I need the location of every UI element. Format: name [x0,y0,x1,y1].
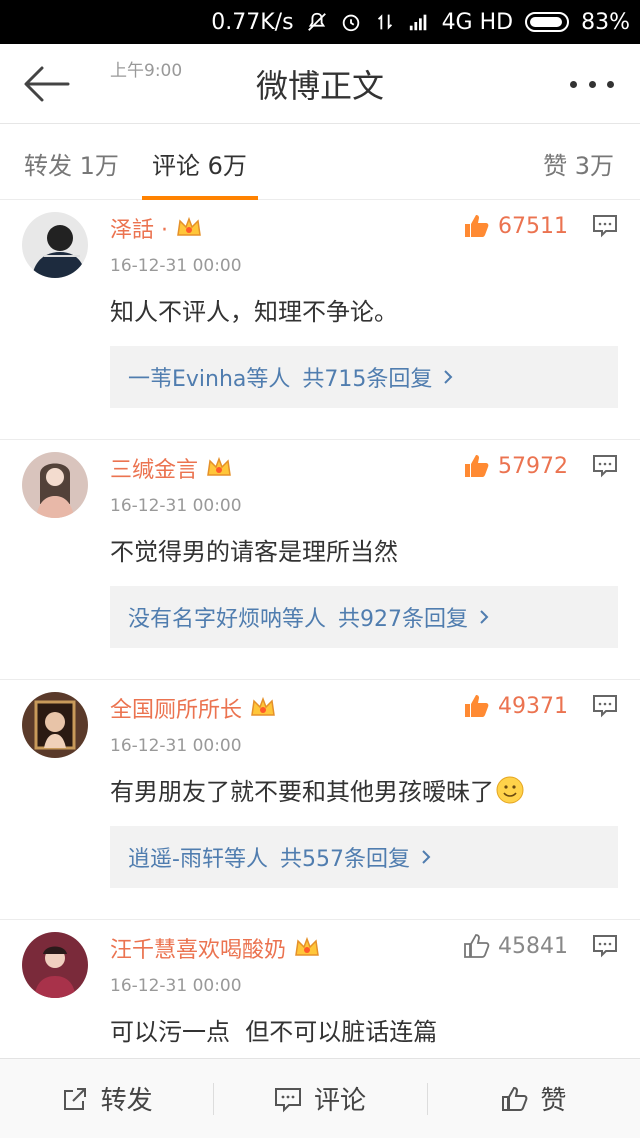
comment-time: 16-12-31 00:00 [110,496,242,516]
repost-label: 转发 [100,1086,153,1116]
reply-icon[interactable] [592,934,618,958]
replies-preview[interactable]: 一苇Evinha等人 共715条回复 [110,346,618,408]
comment-item: 三缄金言 16-12-31 00:00 57972 不觉得男的请客是理所当然 没… [0,440,640,680]
battery-icon [525,12,570,32]
like-button[interactable]: 67511 [462,212,568,240]
vip-crown-icon [207,456,231,476]
like-count: 57972 [498,453,568,479]
thumbs-up-outline-icon [464,934,490,958]
vip-crown-icon [251,696,275,716]
comment-label: 评论 [313,1086,366,1116]
thumbs-up-outline-icon [502,1086,528,1111]
comment-username[interactable]: 泽話 · [110,212,204,244]
page-title: 微博正文 [255,66,384,105]
chevron-right-icon [422,850,431,864]
comment-item: 全国厕所所长 16-12-31 00:00 49371 有男朋友了就不要和其他男… [0,680,640,920]
network-type: 4G HD [441,9,514,35]
like-count: 49371 [498,693,568,719]
tab-likes[interactable]: 赞 3万 [543,146,614,181]
avatar[interactable] [22,932,88,998]
comment-text: 可以污一点 但不可以脏话连篇 [110,1018,438,1046]
username-text: 泽話 · [110,218,168,243]
username-text: 全国厕所所长 [110,698,243,723]
share-icon [63,1087,86,1110]
comment-time: 16-12-31 00:00 [110,976,242,996]
like-label: 赞 [540,1086,567,1116]
comment-time: 16-12-31 00:00 [110,736,242,756]
replies-preview[interactable]: 没有名字好烦呐等人 共927条回复 [110,586,618,648]
comment-time: 16-12-31 00:00 [110,256,242,276]
smile-emoji-icon [496,776,524,804]
comment-username[interactable]: 三缄金言 [110,452,234,484]
tab-comments[interactable]: 评论 6万 [152,146,247,181]
avatar[interactable] [22,452,88,518]
like-button[interactable]: 49371 [462,692,568,720]
network-speed: 0.77K/s [211,9,294,35]
thumbs-up-icon [465,215,489,237]
like-count: 45841 [498,933,568,959]
comment-username[interactable]: 全国厕所所长 [110,692,278,724]
tab-bar: 转发 1万 评论 6万 赞 3万 [0,124,640,200]
more-options-icon[interactable] [570,64,614,104]
reply-users: 逍遥-雨轩等人 [128,847,268,872]
like-button[interactable]: 45841 [462,932,568,960]
chevron-right-icon [444,370,453,384]
reply-users: 一苇Evinha等人 [128,367,291,392]
comment-list: 泽話 · 16-12-31 00:00 67511 知人不评人，知理不争论。 一… [0,200,640,1138]
reply-icon[interactable] [592,694,618,718]
comment-icon [274,1087,301,1112]
vip-crown-icon [295,936,319,956]
avatar[interactable] [22,212,88,278]
comment-text: 知人不评人，知理不争论。 [110,298,398,326]
data-transfer-icon [377,14,392,30]
reply-count: 共715条回复 [302,367,433,392]
thumbs-up-icon [465,695,489,717]
bottom-toolbar: 转发 评论 赞 [0,1058,640,1138]
comment-text: 不觉得男的请客是理所当然 [110,538,398,566]
reply-icon[interactable] [592,454,618,478]
avatar[interactable] [22,692,88,758]
username-text: 三缄金言 [110,458,199,483]
comment-button[interactable]: 评论 [213,1059,426,1138]
replies-preview[interactable]: 逍遥-雨轩等人 共557条回复 [110,826,618,888]
comment-text: 有男朋友了就不要和其他男孩暧昧了 [110,772,524,807]
tab-repost[interactable]: 转发 1万 [24,146,119,181]
vip-crown-icon [177,216,201,236]
alarm-icon [342,14,359,32]
comment-username[interactable]: 汪千慧喜欢喝酸奶 [110,932,322,964]
comment-item: 泽話 · 16-12-31 00:00 67511 知人不评人，知理不争论。 一… [0,200,640,440]
battery-level: 83% [581,9,630,35]
page-header: 微博正文 [0,44,640,124]
status-bar: 上午9:00 0.77K/s 4G HD 83% [0,0,640,81]
signal-icon [409,14,426,31]
reply-icon[interactable] [592,214,618,238]
like-count: 67511 [498,213,568,239]
chevron-right-icon [480,610,489,624]
reply-users: 没有名字好烦呐等人 [128,607,327,632]
username-text: 汪千慧喜欢喝酸奶 [110,938,287,963]
reply-count: 共927条回复 [338,607,469,632]
like-post-button[interactable]: 赞 [426,1059,640,1138]
repost-button[interactable]: 转发 [0,1059,213,1138]
reply-count: 共557条回复 [279,847,410,872]
thumbs-up-icon [465,455,489,477]
comment-text-content: 有男朋友了就不要和其他男孩暧昧了 [110,778,494,806]
mute-bell-icon [307,12,326,31]
like-button[interactable]: 57972 [462,452,568,480]
